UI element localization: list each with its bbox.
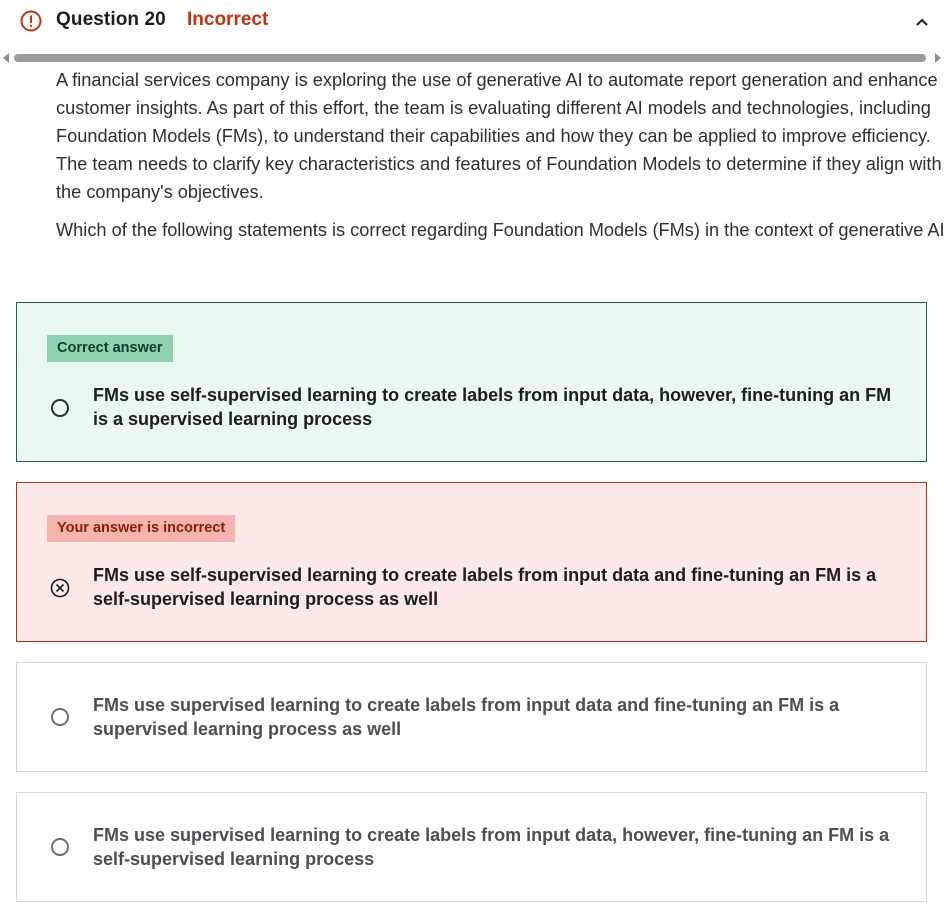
alert-circle-icon xyxy=(20,10,42,32)
result-status: Incorrect xyxy=(187,9,269,30)
radio-icon[interactable] xyxy=(51,838,69,856)
chevron-up-icon[interactable] xyxy=(912,12,932,32)
answer-text: FMs use self-supervised learning to crea… xyxy=(93,565,877,609)
scrollbar-thumb[interactable] xyxy=(14,54,926,62)
answer-text: FMs use self-supervised learning to crea… xyxy=(93,385,892,429)
radio-icon[interactable] xyxy=(51,399,69,417)
answer-option[interactable]: FMs use supervised learning to create la… xyxy=(16,792,927,902)
scroll-left-arrow-icon[interactable] xyxy=(2,53,10,63)
answer-text: FMs use supervised learning to create la… xyxy=(93,695,840,739)
answer-option[interactable]: FMs use supervised learning to create la… xyxy=(16,662,927,772)
radio-icon[interactable] xyxy=(51,708,69,726)
circle-x-icon[interactable] xyxy=(50,578,70,598)
question-paragraph: A financial services company is explorin… xyxy=(56,70,942,202)
question-number: Question 20 xyxy=(56,9,166,30)
question-prompt: Which of the following statements is cor… xyxy=(56,220,944,240)
question-header[interactable]: Question 20 Incorrect xyxy=(0,0,944,44)
incorrect-answer-badge: Your answer is incorrect xyxy=(47,515,236,542)
answer-text: FMs use supervised learning to create la… xyxy=(93,825,890,869)
scroll-right-arrow-icon[interactable] xyxy=(934,53,942,63)
answer-option-selected-incorrect[interactable]: Your answer is incorrect FMs use self-su… xyxy=(16,482,927,642)
question-body: A financial services company is explorin… xyxy=(56,66,944,244)
correct-answer-badge: Correct answer xyxy=(47,335,173,362)
answer-option-correct[interactable]: Correct answer FMs use self-supervised l… xyxy=(16,302,927,462)
horizontal-scrollbar[interactable] xyxy=(0,52,944,64)
